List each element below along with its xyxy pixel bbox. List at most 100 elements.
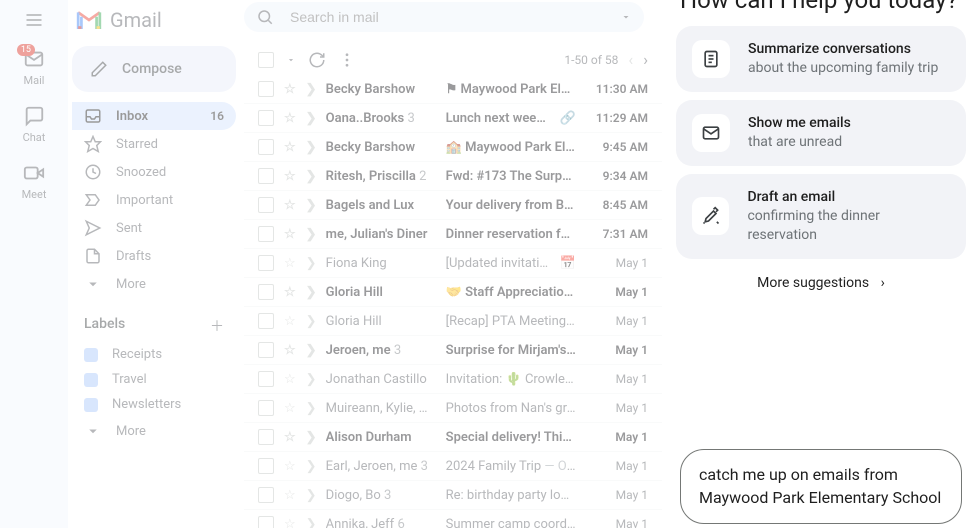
row-checkbox[interactable] xyxy=(258,197,274,213)
suggestion-card[interactable]: Summarize conversationsabout the upcomin… xyxy=(676,26,966,92)
time: 7:31 AM xyxy=(586,227,648,241)
important-icon[interactable]: ❯ xyxy=(306,169,316,184)
important-icon[interactable]: ❯ xyxy=(306,82,316,97)
important-icon[interactable]: ❯ xyxy=(306,111,316,126)
nav-item-inbox[interactable]: Inbox16 xyxy=(72,102,236,130)
important-icon[interactable]: ❯ xyxy=(306,198,316,213)
compose-button[interactable]: Compose xyxy=(72,46,236,92)
email-row[interactable]: ☆ ❯ Oana..Brooks 3 Lunch next week? — Th… xyxy=(244,104,662,133)
row-checkbox[interactable] xyxy=(258,110,274,126)
star-icon[interactable]: ☆ xyxy=(284,140,296,155)
star-icon[interactable]: ☆ xyxy=(284,517,296,528)
star-icon[interactable]: ☆ xyxy=(284,488,296,503)
row-checkbox[interactable] xyxy=(258,255,274,271)
suggestion-card[interactable]: Draft an emailconfirming the dinner rese… xyxy=(676,174,966,259)
dropdown-icon[interactable] xyxy=(620,11,632,23)
select-all-checkbox[interactable] xyxy=(258,52,274,68)
star-icon[interactable]: ☆ xyxy=(284,459,296,474)
important-icon[interactable]: ❯ xyxy=(306,488,316,503)
important-icon[interactable]: ❯ xyxy=(306,372,316,387)
row-checkbox[interactable] xyxy=(258,429,274,445)
email-row[interactable]: ☆ ❯ Gloria Hill [Recap] PTA Meeting: May… xyxy=(244,307,662,336)
email-row[interactable]: ☆ ❯ Bagels and Lux Your delivery from Ba… xyxy=(244,191,662,220)
nav-item-sent[interactable]: Sent xyxy=(72,214,236,242)
star-icon[interactable]: ☆ xyxy=(284,430,296,445)
more-icon[interactable] xyxy=(338,51,356,69)
email-row[interactable]: ☆ ❯ Diogo, Bo 3 Re: birthday party logis… xyxy=(244,481,662,510)
row-checkbox[interactable] xyxy=(258,371,274,387)
email-row[interactable]: ☆ ❯ Muireann, Kylie, David Photos from N… xyxy=(244,394,662,423)
suggestion-card[interactable]: Show me emailsthat are unread xyxy=(676,100,966,166)
email-row[interactable]: ☆ ❯ me, Julian's Diner Dinner reservatio… xyxy=(244,220,662,249)
nav-item-starred[interactable]: Starred xyxy=(72,130,236,158)
star-icon[interactable]: ☆ xyxy=(284,82,296,97)
important-icon[interactable]: ❯ xyxy=(306,314,316,329)
nav-item-important[interactable]: Important xyxy=(72,186,236,214)
label-item[interactable]: Travel xyxy=(72,367,236,392)
menu-icon[interactable] xyxy=(24,10,44,30)
refresh-icon[interactable] xyxy=(308,51,326,69)
star-icon[interactable]: ☆ xyxy=(284,111,296,126)
star-icon[interactable]: ☆ xyxy=(284,256,296,271)
important-icon[interactable]: ❯ xyxy=(306,285,316,300)
important-icon[interactable]: ❯ xyxy=(306,343,316,358)
search-input[interactable] xyxy=(290,9,604,25)
important-icon[interactable]: ❯ xyxy=(306,227,316,242)
label-item[interactable]: Newsletters xyxy=(72,392,236,417)
row-checkbox[interactable] xyxy=(258,226,274,242)
row-checkbox[interactable] xyxy=(258,81,274,97)
row-checkbox[interactable] xyxy=(258,400,274,416)
email-row[interactable]: ☆ ❯ Ritesh, Priscilla 2 Fwd: #173 The Su… xyxy=(244,162,662,191)
star-icon[interactable]: ☆ xyxy=(284,169,296,184)
star-icon[interactable]: ☆ xyxy=(284,401,296,416)
row-checkbox[interactable] xyxy=(258,342,274,358)
row-checkbox[interactable] xyxy=(258,168,274,184)
email-row[interactable]: ☆ ❯ Becky Barshow 🏫 Maywood Park Element… xyxy=(244,133,662,162)
star-icon[interactable]: ☆ xyxy=(284,227,296,242)
label-item[interactable]: Receipts xyxy=(72,342,236,367)
row-checkbox[interactable] xyxy=(258,487,274,503)
email-row[interactable]: ☆ ❯ Jonathan Castillo Invitation: 🌵 Crow… xyxy=(244,365,662,394)
subject: [Updated invitation] Summer Ro… xyxy=(446,256,550,271)
important-icon[interactable]: ❯ xyxy=(306,256,316,271)
email-row[interactable]: ☆ ❯ Jeroen, me 3 Surprise for Mirjam's B… xyxy=(244,336,662,365)
star-icon[interactable]: ☆ xyxy=(284,343,296,358)
suggestion-title: Summarize conversations xyxy=(748,40,938,59)
star-icon[interactable]: ☆ xyxy=(284,198,296,213)
row-checkbox[interactable] xyxy=(258,139,274,155)
email-row[interactable]: ☆ ❯ Fiona King [Updated invitation] Summ… xyxy=(244,249,662,278)
important-icon[interactable]: ❯ xyxy=(306,140,316,155)
row-checkbox[interactable] xyxy=(258,516,274,528)
nav-item-more[interactable]: More xyxy=(72,270,236,298)
important-icon[interactable]: ❯ xyxy=(306,401,316,416)
more-suggestions[interactable]: More suggestions › xyxy=(672,267,970,297)
rail-mail[interactable]: 15 Mail xyxy=(23,48,45,87)
prev-page-icon[interactable]: ‹ xyxy=(628,50,633,69)
email-row[interactable]: ☆ ❯ Becky Barshow ⚑ Maywood Park Element… xyxy=(244,75,662,104)
search-bar[interactable] xyxy=(244,2,644,32)
email-row[interactable]: ☆ ❯ Earl, Jeroen, me 3 2024 Family Trip … xyxy=(244,452,662,481)
rail-meet[interactable]: Meet xyxy=(22,162,47,201)
email-row[interactable]: ☆ ❯ Alison Durham Special delivery! This… xyxy=(244,423,662,452)
star-icon[interactable]: ☆ xyxy=(284,314,296,329)
add-label-icon[interactable]: ＋ xyxy=(210,316,224,336)
row-checkbox[interactable] xyxy=(258,313,274,329)
next-page-icon[interactable]: › xyxy=(643,50,648,69)
nav-item-drafts[interactable]: Drafts xyxy=(72,242,236,270)
calendar-icon: 📅 xyxy=(560,256,576,271)
email-row[interactable]: ☆ ❯ Annika, Jeff 6 Summer camp coordinat… xyxy=(244,510,662,528)
assistant-input[interactable]: catch me up on emails from Maywood Park … xyxy=(680,449,962,524)
row-checkbox[interactable] xyxy=(258,284,274,300)
row-checkbox[interactable] xyxy=(258,458,274,474)
email-row[interactable]: ☆ ❯ Gloria Hill 🤝 Staff Appreciation Wee… xyxy=(244,278,662,307)
important-icon[interactable]: ❯ xyxy=(306,517,316,528)
rail-chat[interactable]: Chat xyxy=(23,105,46,144)
chevron-down-icon[interactable] xyxy=(286,55,296,65)
nav-label: Important xyxy=(116,193,173,208)
important-icon[interactable]: ❯ xyxy=(306,459,316,474)
star-icon[interactable]: ☆ xyxy=(284,372,296,387)
important-icon[interactable]: ❯ xyxy=(306,430,316,445)
nav-item-snoozed[interactable]: Snoozed xyxy=(72,158,236,186)
label-item[interactable]: More xyxy=(72,417,236,445)
star-icon[interactable]: ☆ xyxy=(284,285,296,300)
